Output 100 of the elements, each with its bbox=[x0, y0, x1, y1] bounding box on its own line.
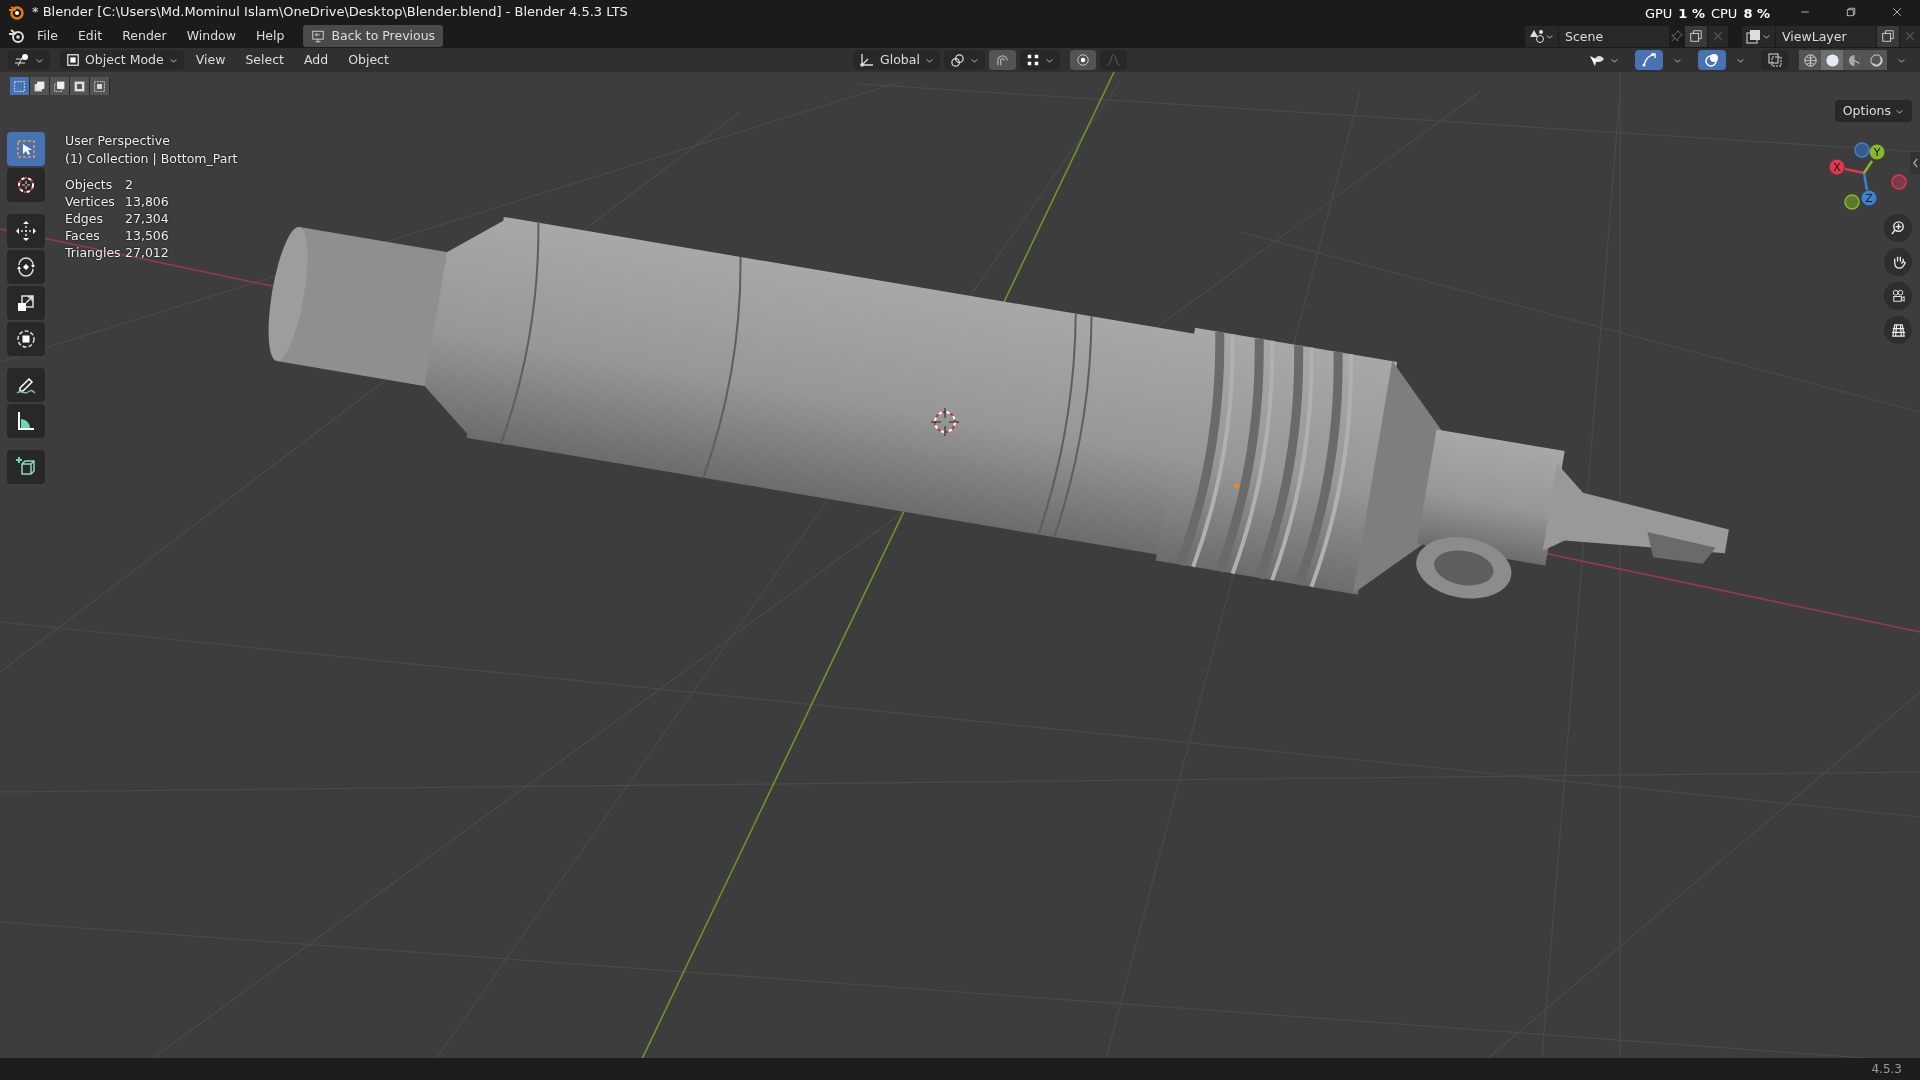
sidebar-toggle[interactable] bbox=[1910, 152, 1920, 174]
view-navigation-button[interactable] bbox=[1884, 248, 1912, 276]
material-sphere-icon bbox=[1846, 52, 1862, 68]
scene-field[interactable]: Scene bbox=[1559, 25, 1669, 47]
tool-button[interactable] bbox=[7, 322, 45, 356]
gizmo-icon bbox=[1641, 52, 1657, 68]
tool-button[interactable] bbox=[7, 168, 45, 202]
snap-button[interactable] bbox=[988, 50, 1016, 70]
proportional-edit-button[interactable] bbox=[1069, 50, 1096, 70]
shading-button[interactable] bbox=[1865, 50, 1887, 70]
logo-icon bbox=[8, 28, 26, 44]
cpu-label: CPU bbox=[1710, 5, 1738, 23]
select-box-icon bbox=[14, 137, 38, 161]
tool-button[interactable] bbox=[7, 214, 45, 248]
squares-icon bbox=[33, 79, 46, 93]
editor-type-button[interactable] bbox=[8, 50, 50, 70]
overlay-icon bbox=[1704, 52, 1720, 68]
menu-item[interactable]: Render bbox=[113, 24, 176, 48]
rotate-icon bbox=[14, 255, 38, 279]
header-menu[interactable]: Select bbox=[237, 50, 292, 70]
view-layer-field[interactable]: ViewLayer bbox=[1776, 25, 1876, 47]
rendered-sphere-icon bbox=[1868, 52, 1884, 68]
axes-icon bbox=[859, 52, 875, 68]
shading-button[interactable] bbox=[1843, 50, 1865, 70]
header-menu[interactable]: View bbox=[187, 50, 234, 70]
tool-button[interactable] bbox=[7, 286, 45, 320]
header-menu[interactable]: Object bbox=[340, 50, 397, 70]
scene-icon bbox=[1529, 28, 1545, 44]
axis-handle[interactable]: X bbox=[1829, 159, 1845, 175]
axis-handle[interactable]: Z bbox=[1861, 190, 1877, 206]
axis-handle[interactable] bbox=[1844, 194, 1860, 210]
selection-mode-button[interactable] bbox=[30, 77, 49, 95]
options-dropdown[interactable]: Options bbox=[1834, 100, 1912, 122]
transform-icon bbox=[14, 327, 38, 351]
type-dropdown[interactable] bbox=[1525, 25, 1558, 47]
layers-icon bbox=[1746, 28, 1762, 44]
links-icon bbox=[949, 52, 965, 68]
squares-icon bbox=[73, 79, 86, 93]
selection-mode-button[interactable] bbox=[10, 77, 29, 95]
menu-item[interactable]: File bbox=[28, 24, 67, 48]
stat-label: Faces bbox=[65, 227, 101, 244]
curve-icon bbox=[1105, 53, 1121, 67]
view-navigation-button[interactable] bbox=[1884, 214, 1912, 242]
type-dropdown[interactable] bbox=[1742, 25, 1775, 47]
tool-button[interactable] bbox=[7, 368, 45, 402]
tool-button[interactable] bbox=[7, 404, 45, 438]
magnet-icon bbox=[994, 52, 1010, 68]
orientation-dropdown[interactable]: Global bbox=[853, 50, 940, 70]
view-name: User Perspective bbox=[65, 132, 171, 150]
back-button[interactable]: Back to Previous bbox=[303, 24, 444, 48]
move-icon bbox=[14, 219, 38, 243]
gpu-label: GPU bbox=[1644, 5, 1673, 23]
solid-sphere-icon bbox=[1824, 52, 1840, 68]
grid-icon bbox=[1025, 53, 1040, 67]
menu-item[interactable]: Window bbox=[177, 24, 245, 48]
mode-dropdown[interactable]: Object Mode bbox=[60, 50, 184, 70]
version-label: 4.5.3 bbox=[1871, 1061, 1902, 1078]
xray-icon bbox=[1767, 52, 1783, 68]
selection-mode-button[interactable] bbox=[70, 77, 89, 95]
shading-button[interactable] bbox=[1799, 50, 1821, 70]
shading-button[interactable] bbox=[1821, 50, 1843, 70]
axis-handle[interactable] bbox=[1891, 174, 1907, 190]
stat-value: 13,506 bbox=[125, 227, 169, 244]
target-icon bbox=[1075, 53, 1090, 67]
duplicate-button[interactable] bbox=[1877, 25, 1899, 47]
close-icon bbox=[1904, 30, 1916, 42]
close-icon bbox=[1891, 6, 1903, 18]
cpu-usage: 8 % bbox=[1743, 5, 1770, 23]
view-navigation-button[interactable] bbox=[1884, 316, 1912, 344]
stat-value: 27,304 bbox=[125, 210, 169, 227]
axis-handle[interactable] bbox=[1854, 142, 1870, 158]
pivot-dropdown[interactable] bbox=[943, 50, 985, 70]
overlays-toggle[interactable] bbox=[1698, 50, 1726, 70]
view-navigation-button[interactable] bbox=[1884, 282, 1912, 310]
stat-value: 27,012 bbox=[125, 244, 169, 261]
pin-icon[interactable] bbox=[1670, 29, 1684, 43]
collection-label: (1) Collection | Bottom_Part bbox=[65, 150, 238, 168]
selection-mode-button[interactable] bbox=[90, 77, 109, 95]
stat-label: Objects bbox=[65, 176, 114, 193]
stat-value: 13,806 bbox=[125, 193, 169, 210]
menu-item[interactable]: Edit bbox=[68, 24, 112, 48]
menu-item[interactable]: Help bbox=[246, 24, 294, 48]
stat-label: Triangles bbox=[65, 244, 122, 261]
axis-handle[interactable]: Y bbox=[1869, 144, 1885, 160]
tool-button[interactable] bbox=[7, 250, 45, 284]
snap-target-dropdown[interactable] bbox=[1019, 50, 1060, 70]
logo-icon bbox=[8, 4, 24, 20]
gizmos-toggle[interactable] bbox=[1635, 50, 1663, 70]
stat-value: 2 bbox=[125, 176, 133, 193]
xray-toggle[interactable] bbox=[1761, 50, 1789, 70]
restore-icon bbox=[1845, 6, 1857, 18]
duplicate-button[interactable] bbox=[1685, 25, 1707, 47]
selection-mode-button[interactable] bbox=[50, 77, 69, 95]
stat-label: Edges bbox=[65, 210, 104, 227]
header-menu[interactable]: Add bbox=[296, 50, 337, 70]
gpu-usage: 1 % bbox=[1678, 5, 1705, 23]
tool-button[interactable] bbox=[7, 450, 45, 484]
stat-label: Vertices bbox=[65, 193, 116, 210]
close-icon bbox=[1712, 30, 1724, 42]
squares-icon bbox=[53, 79, 66, 93]
